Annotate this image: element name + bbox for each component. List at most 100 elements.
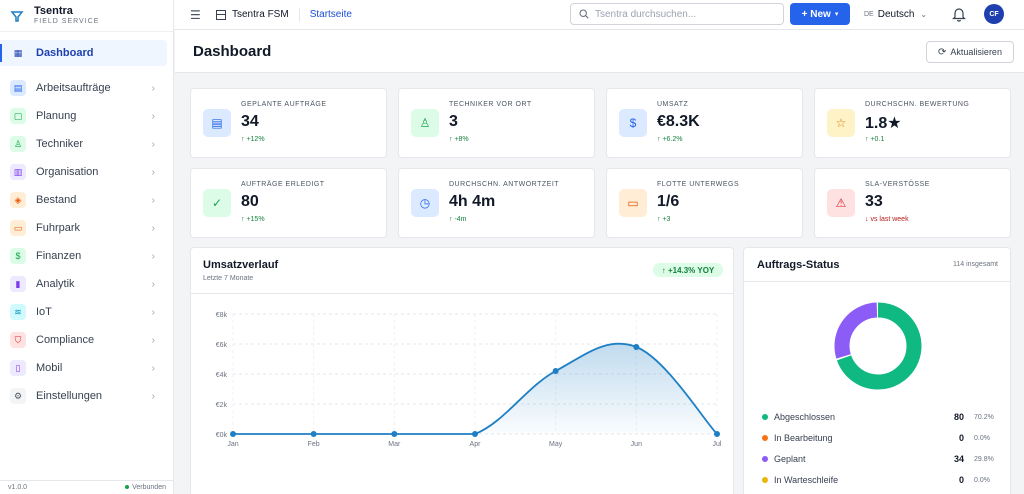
legend-dot-icon xyxy=(762,435,768,441)
kpi-label: Durchschn. Bewertung xyxy=(865,101,970,108)
sidebar-item-label: Arbeitsaufträge xyxy=(36,82,111,94)
chevron-right-icon: › xyxy=(151,278,155,290)
bell-icon[interactable] xyxy=(952,7,966,22)
kpi-value: 4h 4m xyxy=(449,193,496,210)
avatar[interactable]: CF xyxy=(984,4,1004,24)
dollar-icon: $ xyxy=(10,248,26,264)
kpi-label: Aufträge erledigt xyxy=(241,181,325,188)
sidebar-item-techniker[interactable]: ♙ Techniker › xyxy=(0,130,167,158)
sidebar-item-planung[interactable]: ▢ Planung › xyxy=(0,102,167,130)
app-name: Tsentra FSM xyxy=(232,9,289,20)
dollar-icon: $ xyxy=(619,109,647,137)
sidebar-item-label: Fuhrpark xyxy=(36,222,81,234)
legend-item: Geplant 34 29.8% xyxy=(762,452,998,466)
sidebar-footer: v1.0.0 Verbunden xyxy=(0,480,174,494)
kpi-delta: ↑ +3 xyxy=(657,216,671,223)
bar-chart-icon: ▮ xyxy=(10,276,26,292)
refresh-label: Aktualisieren xyxy=(950,47,1002,57)
kpi-card[interactable]: ◷ Durchschn. Antwortzeit 4h 4m ↑ -4m xyxy=(398,168,595,238)
kpi-value: 80 xyxy=(241,193,259,210)
search-input[interactable] xyxy=(595,8,775,20)
data-point[interactable] xyxy=(230,431,236,437)
kpi-card[interactable]: ♙ Techniker vor Ort 3 ↑ +8% xyxy=(398,88,595,158)
kpi-card[interactable]: ☆ Durchschn. Bewertung 1.8★ ↑ +0.1 xyxy=(814,88,1011,158)
refresh-icon: ⟳ xyxy=(938,46,947,58)
box-icon: ◈ xyxy=(10,192,26,208)
chevron-right-icon: › xyxy=(151,306,155,318)
status-dot-icon xyxy=(125,485,130,489)
legend-count: 34 xyxy=(953,454,964,464)
kpi-card[interactable]: $ Umsatz €8.3K ↑ +6.2% xyxy=(606,88,803,158)
legend-count: 0 xyxy=(958,433,964,443)
chevron-right-icon: › xyxy=(151,222,155,234)
sidebar-item-label: Techniker xyxy=(36,138,84,150)
sidebar-nav: ▦ Dashboard ▤ Arbeitsaufträge › ▢ Planung › ♙ Tec… xyxy=(0,32,173,410)
kpi-delta: ↑ -4m xyxy=(449,216,467,223)
topbar: ☰ Tsentra FSM Startseite + New ▾ DE Deut… xyxy=(174,0,1024,30)
refresh-button[interactable]: ⟳ Aktualisieren xyxy=(926,41,1014,63)
logo-icon xyxy=(10,10,24,22)
sidebar-item-iot[interactable]: ≋ IoT › xyxy=(0,298,167,326)
breadcrumb[interactable]: Startseite xyxy=(310,9,352,20)
sidebar-item-einstellungen[interactable]: ⚙ Einstellungen › xyxy=(0,382,167,410)
kpi-card[interactable]: ✓ Aufträge erledigt 80 ↑ +15% xyxy=(190,168,387,238)
kpi-value: 1/6 xyxy=(657,193,680,210)
kpi-delta: ↑ +8% xyxy=(449,136,469,143)
legend-pct: 70.2% xyxy=(974,413,994,421)
kpi-value: 3 xyxy=(449,113,458,130)
sidebar-item-fuhrpark[interactable]: ▭ Fuhrpark › xyxy=(0,214,167,242)
sidebar-item-dashboard[interactable]: ▦ Dashboard xyxy=(0,40,167,66)
building-icon: ▥ xyxy=(10,164,26,180)
y-tick-label: €2k xyxy=(216,402,228,409)
gear-icon: ⚙ xyxy=(10,388,26,404)
user-check-icon: ♙ xyxy=(411,109,439,137)
table-icon xyxy=(216,9,226,20)
data-point[interactable] xyxy=(552,368,559,374)
page-title: Dashboard xyxy=(193,43,272,60)
y-tick-label: €6k xyxy=(216,342,228,349)
brand[interactable]: Tsentra FIELD SERVICE xyxy=(0,0,173,32)
x-tick-label: Jan xyxy=(227,441,238,448)
revenue-chart: €0k €2k €4k €6k €8k Jan Feb Mar Apr May Jun Jul xyxy=(216,312,722,448)
clipboard-icon: ▤ xyxy=(10,80,26,96)
x-tick-label: Apr xyxy=(470,441,482,448)
legend-pct: 29.8% xyxy=(974,455,994,463)
user-check-icon: ♙ xyxy=(10,136,26,152)
data-point[interactable] xyxy=(391,431,398,437)
chevron-right-icon: › xyxy=(151,334,155,346)
kpi-card[interactable]: ▭ Flotte unterwegs 1/6 ↑ +3 xyxy=(606,168,803,238)
kpi-card[interactable]: ⚠ SLA-Verstöße 33 ↓ vs last week xyxy=(814,168,1011,238)
sidebar-item-analytik[interactable]: ▮ Analytik › xyxy=(0,270,167,298)
menu-icon[interactable]: ☰ xyxy=(190,8,204,22)
kpi-value: 34 xyxy=(241,113,259,130)
app-switcher[interactable]: Tsentra FSM xyxy=(216,9,289,20)
legend-count: 80 xyxy=(953,412,964,422)
data-point[interactable] xyxy=(714,431,720,437)
legend-pct: 0.0% xyxy=(974,476,990,484)
sidebar-item-finanzen[interactable]: $ Finanzen › xyxy=(0,242,167,270)
sidebar-item-organisation[interactable]: ▥ Organisation › xyxy=(0,158,167,186)
yoy-badge: ↑ +14.3% YOY xyxy=(653,263,723,277)
data-point[interactable] xyxy=(633,344,640,350)
chevron-right-icon: › xyxy=(151,166,155,178)
kpi-card[interactable]: ▤ Geplante Aufträge 34 ↑ +12% xyxy=(190,88,387,158)
new-button[interactable]: + New ▾ xyxy=(790,3,850,25)
sidebar-item-label: Compliance xyxy=(36,334,95,346)
search-box[interactable] xyxy=(570,3,784,25)
calendar-icon: ▢ xyxy=(10,108,26,124)
new-button-label: + New xyxy=(801,8,831,20)
x-tick-label: May xyxy=(549,441,563,448)
sidebar-item-bestand[interactable]: ◈ Bestand › xyxy=(0,186,167,214)
sidebar-item-arbeitsauftr-ge[interactable]: ▤ Arbeitsaufträge › xyxy=(0,74,167,102)
chevron-right-icon: › xyxy=(151,110,155,122)
revenue-chart-card: Umsatzverlauf Letzte 7 Monate ↑ +14.3% Y… xyxy=(190,247,734,494)
kpi-label: Techniker vor Ort xyxy=(449,101,532,108)
data-point[interactable] xyxy=(310,431,317,437)
sidebar-item-mobil[interactable]: ▯ Mobil › xyxy=(0,354,167,382)
chevron-right-icon: › xyxy=(151,138,155,150)
sidebar-item-label: Einstellungen xyxy=(36,390,103,402)
language-select[interactable]: DE Deutsch ⌄ xyxy=(864,9,927,20)
kpi-value: €8.3K xyxy=(657,113,700,130)
sidebar-item-compliance[interactable]: ⛉ Compliance › xyxy=(0,326,167,354)
data-point[interactable] xyxy=(472,431,478,437)
